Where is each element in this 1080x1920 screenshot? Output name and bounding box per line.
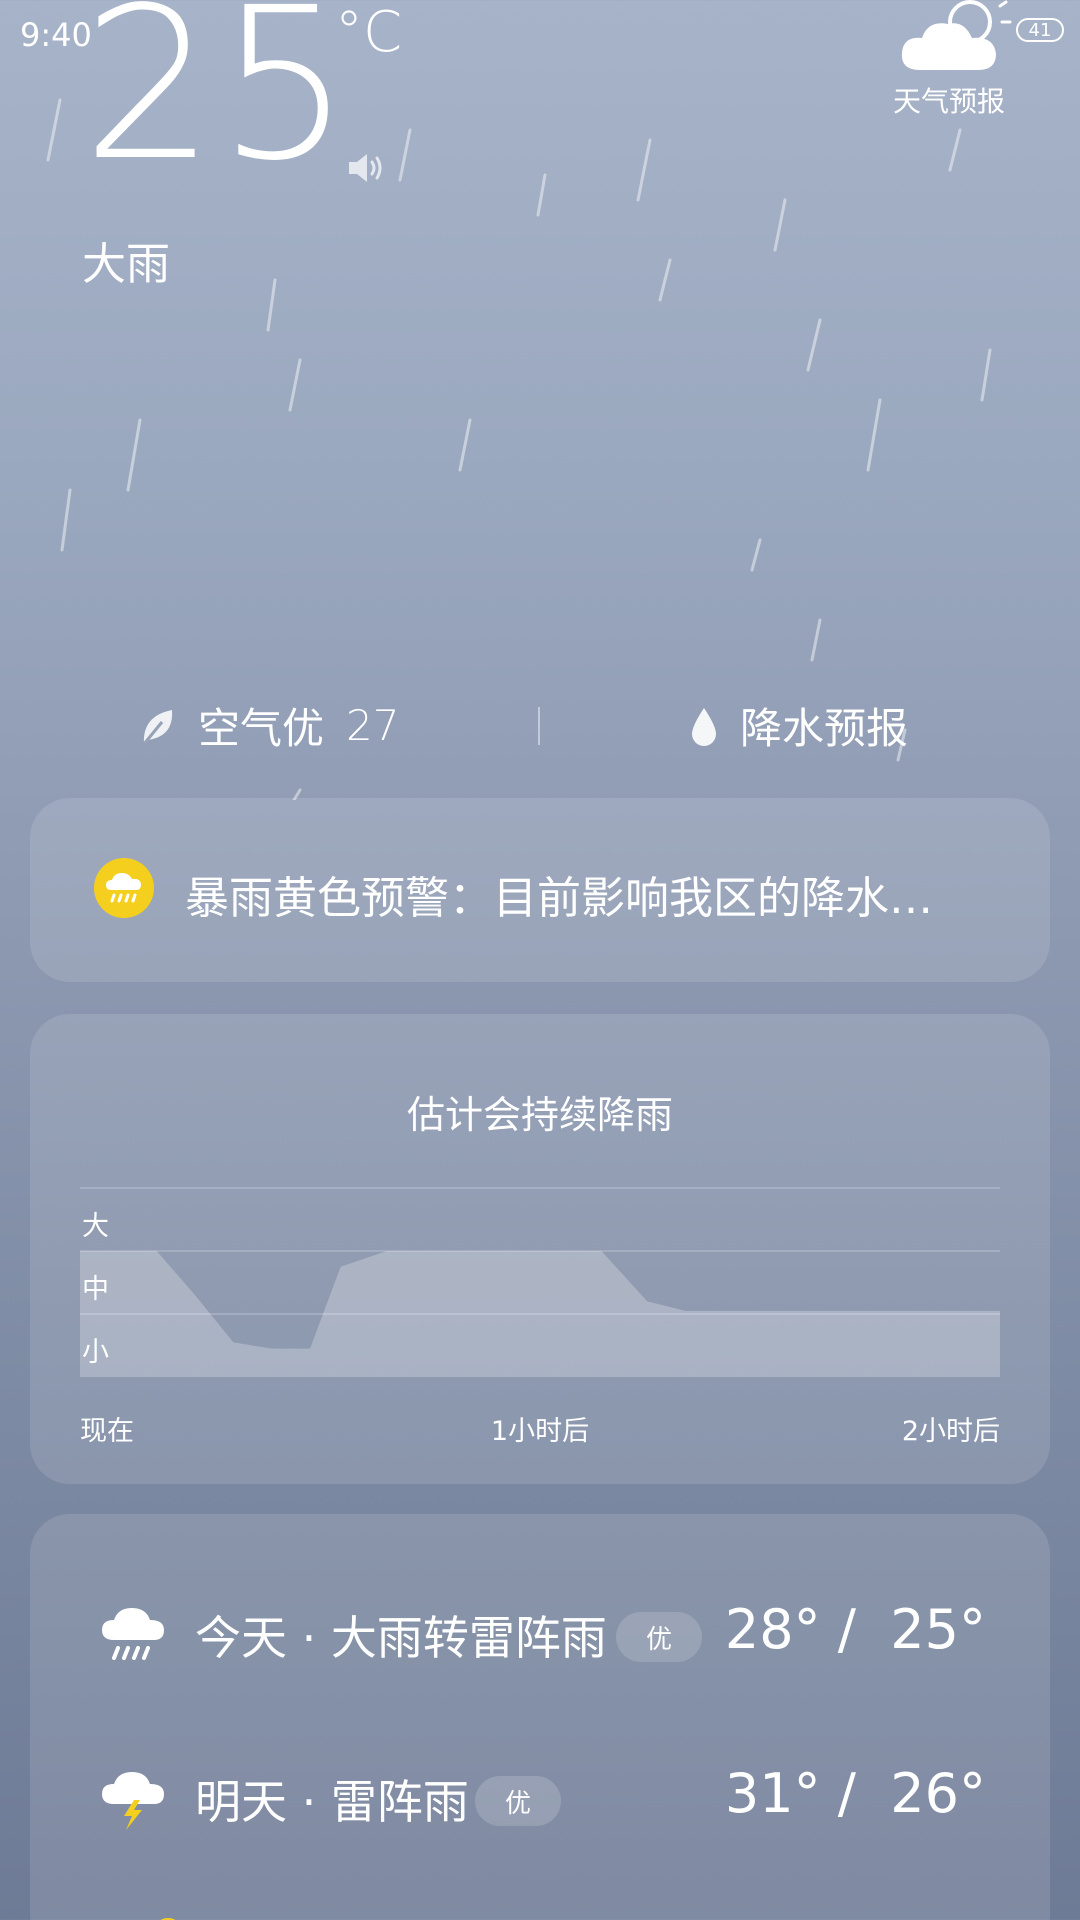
chart-y-tick-label: 大 (82, 1211, 109, 1242)
rain-forecast-title: 估计会持续降雨 (406, 1093, 673, 1137)
rain-intensity-chart: 大中小 现在 1小时后 2小时后 (80, 1187, 1000, 1447)
forecast-today-label: 今天 · 大雨转雷阵雨 (195, 1611, 607, 1665)
air-quality-button[interactable]: 空气优 27 (140, 695, 399, 756)
weather-app-label: 天气预报 (893, 85, 1006, 118)
air-quality-value: 27 (346, 701, 400, 750)
info-row: 空气优 27 降水预报 (0, 695, 1080, 759)
chart-x-tick-label: 2小时后 (902, 1416, 1000, 1447)
status-bar-icons: 41 (1016, 18, 1064, 42)
air-quality-label: 空气优 (198, 704, 325, 753)
current-condition: 大雨 (82, 239, 170, 290)
forecast-row-today[interactable]: 今天 · 大雨转雷阵雨 优 28° / 25° (30, 1580, 1050, 1680)
forecast-tomorrow-temps: 31° / 26° (724, 1762, 986, 1825)
water-drop-icon (692, 707, 716, 746)
speaker-icon[interactable] (345, 150, 387, 190)
temperature-unit: °C (335, 0, 403, 65)
chart-y-tick-label: 中 (82, 1274, 109, 1305)
forecast-today-temps: 28° / 25° (724, 1598, 986, 1661)
battery-indicator: 41 (1016, 18, 1064, 42)
rain-cloud-icon (98, 1598, 168, 1672)
precipitation-forecast-button[interactable]: 降水预报 (690, 695, 908, 756)
forecast-row-tomorrow[interactable]: 明天 · 雷阵雨 优 31° / 26° (30, 1744, 1050, 1844)
leaf-icon (142, 709, 173, 745)
info-row-divider (538, 707, 540, 745)
forecast-today-low: 25° (890, 1598, 986, 1661)
chart-x-tick-label: 现在 (80, 1416, 134, 1447)
forecast-tomorrow-high: 31° (724, 1762, 821, 1825)
chart-x-tick-label: 1小时后 (491, 1416, 589, 1447)
forecast-tomorrow-low: 26° (890, 1762, 986, 1825)
thunderstorm-icon (98, 1762, 168, 1836)
aqi-badge: 优 (475, 1776, 562, 1826)
weather-alert-card[interactable]: 暴雨黄色预警：目前影响我区的降水… (30, 798, 1050, 982)
forecast-tomorrow-label: 明天 · 雷阵雨 (195, 1775, 469, 1829)
weather-alert-text: 暴雨黄色预警：目前影响我区的降水… (185, 873, 933, 924)
current-temperature: 25 (82, 0, 354, 207)
sun-icon (148, 1910, 188, 1920)
rainstorm-warning-icon (94, 858, 154, 922)
rain-forecast-card: 估计会持续降雨 大中小 现在 1小时后 2小时后 (30, 1014, 1050, 1484)
aqi-badge: 优 (616, 1612, 703, 1662)
chart-y-tick-label: 小 (82, 1337, 109, 1368)
precipitation-label: 降水预报 (740, 704, 909, 753)
weather-app-icon[interactable] (890, 0, 1020, 84)
daily-forecast-card: 今天 · 大雨转雷阵雨 优 28° / 25° 明天 · 雷阵雨 优 31° /… (30, 1514, 1050, 1920)
forecast-today-high: 28° (724, 1598, 821, 1661)
